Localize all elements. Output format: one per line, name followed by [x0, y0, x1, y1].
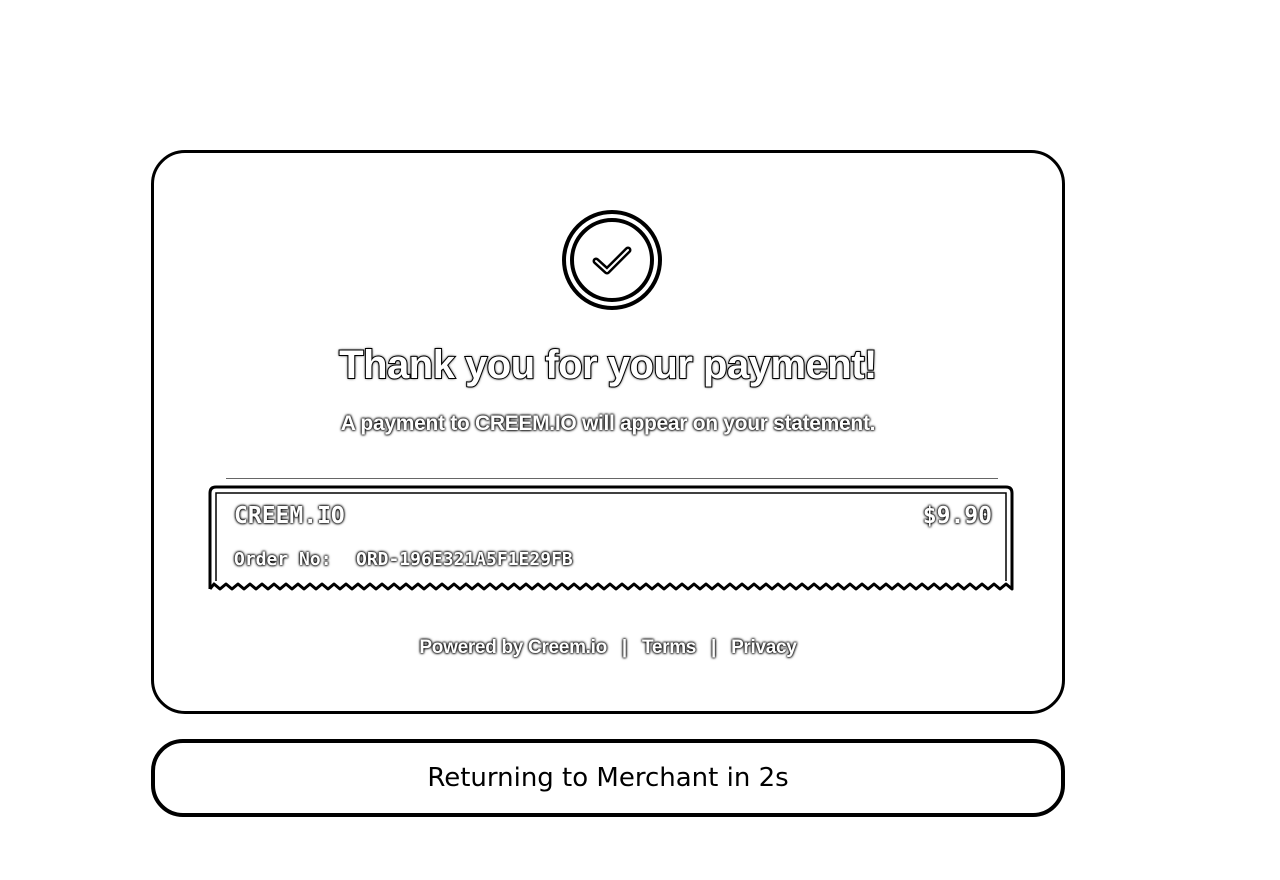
order-number: ORD-196E321A5F1E29FB	[356, 549, 573, 570]
footer-separator: |	[711, 637, 717, 658]
receipt-frame	[208, 485, 1014, 591]
powered-by-link[interactable]: Powered by Creem.io	[419, 637, 607, 659]
payment-success-card: Thank you for your payment! A payment to…	[151, 150, 1065, 714]
footer-separator: |	[621, 637, 627, 658]
privacy-link[interactable]: Privacy	[731, 637, 797, 658]
divider	[226, 478, 998, 479]
order-number-label: Order No:	[234, 549, 332, 570]
merchant-name: CREEM.IO	[234, 503, 345, 529]
terms-link[interactable]: Terms	[642, 637, 696, 658]
statement-notice: A payment to CREEM.IO will appear on you…	[340, 412, 876, 435]
footer-links: Powered by Creem.io | Terms | Privacy	[154, 637, 1062, 659]
redirect-countdown: Returning to Merchant in 2s	[427, 763, 789, 793]
page-title: Thank you for your payment!	[338, 342, 878, 388]
payment-amount: $9.90	[922, 503, 992, 529]
check-circle-icon	[562, 210, 662, 310]
return-to-merchant-button[interactable]: Returning to Merchant in 2s	[151, 739, 1065, 817]
receipt: CREEM.IO $9.90 Order No: ORD-196E321A5F1…	[206, 483, 1016, 598]
